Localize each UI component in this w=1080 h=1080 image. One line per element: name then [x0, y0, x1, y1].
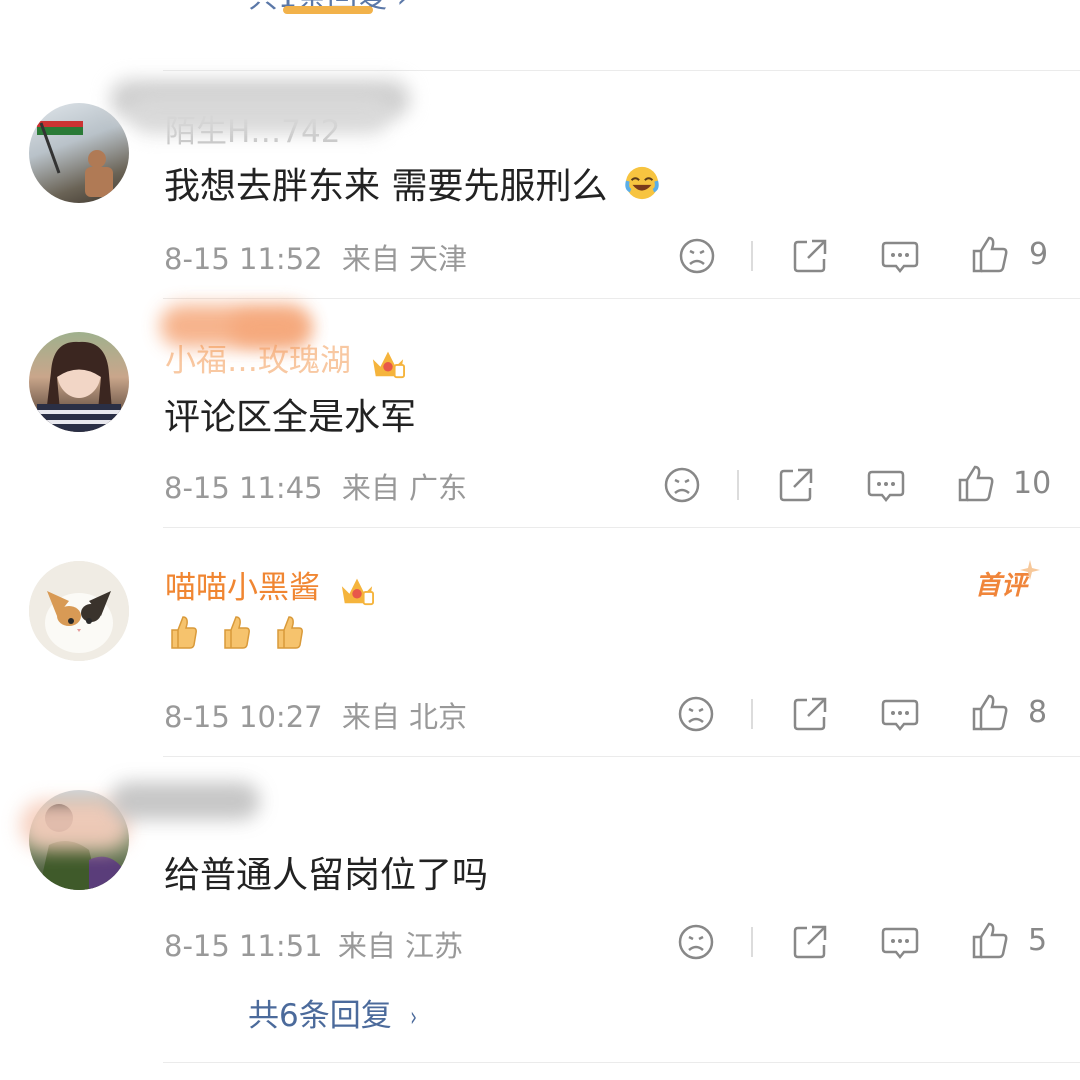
crown-badge-icon: [372, 351, 405, 378]
divider: [163, 1062, 1080, 1063]
comment-location: 来自 北京: [341, 700, 468, 734]
comment-icon[interactable]: [866, 465, 906, 505]
thumbs-up-emoji-icon: [276, 616, 303, 649]
username-blur: [110, 782, 260, 820]
dislike-face-icon[interactable]: [677, 236, 717, 276]
comment-date: 8-15 10:27: [164, 700, 323, 734]
comment-text: 评论区全是水军: [164, 397, 417, 438]
repost-icon[interactable]: [790, 922, 830, 962]
chevron-right-icon: ›: [409, 1000, 417, 1033]
like-count: 8: [1028, 695, 1048, 730]
repost-icon[interactable]: [790, 694, 830, 734]
thumbs-up-emoji-row: [164, 616, 306, 661]
comment-text: 👍👍👍: [164, 612, 306, 661]
thumbs-up-icon[interactable]: [970, 920, 1010, 960]
comment-text: 给普通人留岗位了吗: [164, 855, 489, 896]
avatar[interactable]: [29, 103, 129, 203]
like-count: 5: [1028, 923, 1048, 958]
like-count: 10: [1013, 466, 1052, 501]
repost-icon[interactable]: [776, 465, 816, 505]
comment-text-content: 我想去胖东来 需要先服刑么: [164, 166, 608, 207]
comment-meta: 8-15 11:51 来自 江苏: [164, 923, 463, 965]
comment-date: 8-15 11:52: [164, 242, 323, 276]
comment-meta: 8-15 10:27 来自 北京: [164, 694, 467, 736]
username-blur-overlay: [230, 312, 310, 346]
avatar[interactable]: [29, 332, 129, 432]
replies-label: 共6条回复: [248, 998, 392, 1034]
comment-date: 8-15 11:51: [164, 929, 323, 963]
action-separator: [751, 241, 753, 271]
username-text: 喵喵小黑酱: [165, 570, 320, 606]
scroll-indicator: [283, 6, 373, 14]
repost-icon[interactable]: [790, 236, 830, 276]
thumbs-up-emoji-icon: [171, 616, 197, 649]
dislike-face-icon[interactable]: [676, 694, 716, 734]
username-blur-overlay: [130, 94, 390, 134]
comment-date: 8-15 11:45: [164, 471, 323, 505]
dislike-face-icon[interactable]: [676, 922, 716, 962]
divider: [163, 298, 1080, 299]
comment-icon[interactable]: [880, 694, 920, 734]
dislike-face-icon[interactable]: [662, 465, 702, 505]
action-separator: [751, 927, 753, 957]
divider: [163, 756, 1080, 757]
sparkle-icon: [1020, 560, 1040, 580]
thumbs-up-icon[interactable]: [956, 463, 996, 503]
comment-icon[interactable]: [880, 236, 920, 276]
crown-badge-icon: [341, 578, 374, 605]
action-separator: [737, 470, 739, 500]
previous-replies-strip: 共1条回复 ›: [0, 0, 1080, 20]
comment-icon[interactable]: [880, 922, 920, 962]
thumbs-up-icon[interactable]: [970, 692, 1010, 732]
thumbs-up-icon[interactable]: [970, 234, 1010, 274]
view-replies-link[interactable]: 共6条回复 ›: [248, 990, 419, 1035]
username-text: 小福…玫瑰湖: [165, 343, 351, 379]
action-separator: [751, 699, 753, 729]
comment-location: 来自 广东: [341, 471, 468, 505]
divider: [163, 70, 1080, 71]
laugh-cry-emoji-icon: [625, 166, 659, 200]
username[interactable]: 喵喵小黑酱: [165, 562, 376, 607]
comment-text: 我想去胖东来 需要先服刑么: [164, 157, 661, 209]
like-count: 9: [1029, 237, 1049, 272]
comment-location: 来自 天津: [341, 242, 468, 276]
comment-meta: 8-15 11:45 来自 广东: [164, 465, 467, 507]
comment-location: 来自 江苏: [337, 929, 464, 963]
divider: [163, 527, 1080, 528]
comment-meta: 8-15 11:52 来自 天津: [164, 236, 467, 278]
avatar[interactable]: [29, 561, 129, 661]
thumbs-up-emoji-icon: [224, 616, 250, 649]
